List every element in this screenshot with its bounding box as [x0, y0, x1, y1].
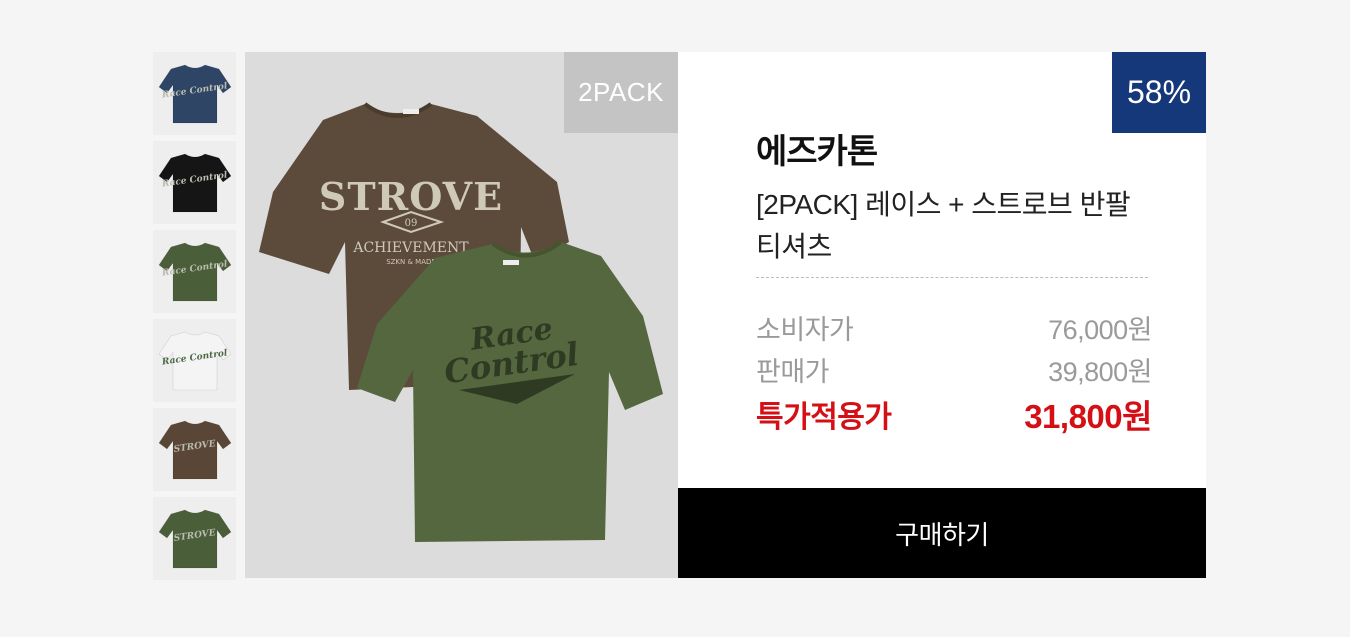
thumbnail-black-tshirt[interactable]: Race Control [153, 141, 236, 224]
thumbnail-navy-tshirt[interactable]: Race Control [153, 52, 236, 135]
discount-badge: 58% [1112, 52, 1206, 133]
pack-badge: 2PACK [564, 52, 678, 133]
svg-text:ACHIEVEMENT: ACHIEVEMENT [352, 240, 469, 256]
product-name: [2PACK] 레이스 + 스트로브 반팔 티셔츠 [756, 189, 1131, 262]
svg-text:09: 09 [405, 218, 418, 229]
tshirt-icon: STROVE [158, 420, 231, 479]
special-price-value: 31,800원 [1024, 398, 1152, 435]
thumbnail-green-tshirt[interactable]: Race Control [153, 230, 236, 313]
special-price-label: 특가적용가 [756, 401, 892, 434]
tshirt-icon: Race Control [158, 242, 231, 301]
product-info-panel: 58% 에즈카톤 [2PACK] 레이스 + 스트로브 반팔 티셔츠 소비자가 … [678, 52, 1206, 488]
retail-price-label: 소비자가 [756, 315, 854, 345]
retail-price-value: 76,000원 [1048, 315, 1152, 345]
brand-name: 에즈카톤 [756, 133, 878, 171]
main-product-image: STROVE 09 ACHIEVEMENT SZKN & MADE Race C… [245, 52, 678, 578]
tshirt-icon: Race Control [158, 331, 231, 390]
thumbnail-green-strove-tshirt[interactable]: STROVE [153, 497, 236, 580]
special-price-row: 특가적용가 31,800원 [756, 390, 1152, 438]
retail-price-row: 소비자가 76,000원 [756, 308, 1152, 347]
thumbnail-white-tshirt[interactable]: Race Control [153, 319, 236, 402]
sale-price-row: 판매가 39,800원 [756, 350, 1152, 389]
buy-button[interactable]: 구매하기 [678, 488, 1206, 578]
sale-price-label: 판매가 [756, 357, 830, 387]
tshirt-icon: Race Control [158, 64, 231, 123]
tshirt-icon: STROVE [158, 509, 231, 568]
sale-price-value: 39,800원 [1048, 357, 1152, 387]
dashed-divider [756, 277, 1148, 278]
thumbnail-list: Race Control Race Control Race Control Race… [153, 52, 236, 586]
svg-text:SZKN & MADE: SZKN & MADE [386, 258, 436, 266]
tshirt-icon: Race Control [158, 153, 231, 212]
thumbnail-brown-tshirt[interactable]: STROVE [153, 408, 236, 491]
